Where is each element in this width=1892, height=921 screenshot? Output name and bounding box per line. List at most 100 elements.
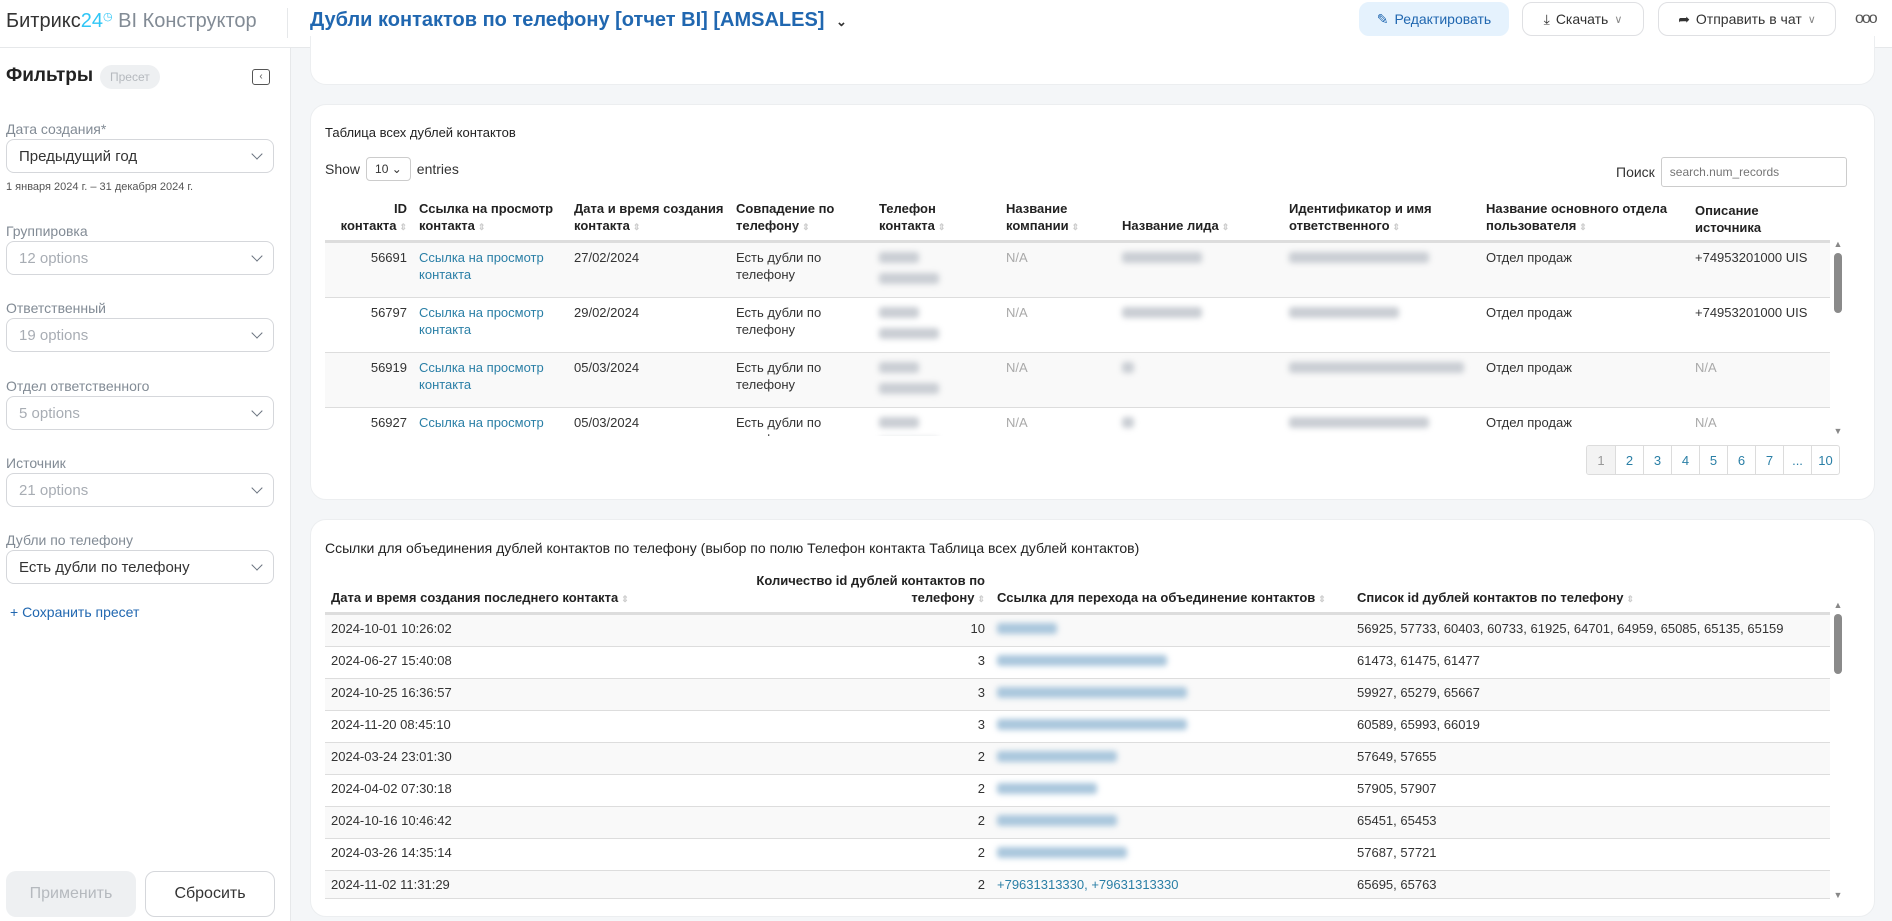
column-header[interactable]: Количество id дублей контактов по телефо… (685, 570, 991, 614)
cell-link-redacted[interactable] (991, 678, 1351, 711)
cell-dept: Отдел продаж (1480, 407, 1689, 436)
logo-brand: Битрикс (6, 10, 81, 32)
edit-button[interactable]: ✎ Редактировать (1359, 2, 1509, 36)
cell-count: 2 (685, 806, 991, 839)
filter-select[interactable]: 12 options (6, 241, 274, 275)
send-to-chat-button[interactable]: ➦ Отправить в чат ∨ (1658, 2, 1836, 36)
cell-phone-redacted (873, 297, 1000, 353)
redacted-block (1289, 417, 1429, 428)
page-current[interactable]: 1 (1587, 446, 1615, 474)
table1-scrollbar[interactable]: ▲ ▼ (1832, 239, 1844, 436)
cell-link-redacted[interactable] (991, 742, 1351, 775)
table2-scrollbar[interactable]: ▲ ▼ (1832, 600, 1844, 900)
filter-select[interactable]: Есть дубли по телефону (6, 550, 274, 584)
logo-product: BI Конструктор (118, 10, 257, 32)
cell-link[interactable]: Ссылка на просмотр контакта (413, 407, 568, 436)
report-title[interactable]: Дубли контактов по телефону [отчет BI] [… (310, 9, 847, 32)
page-link[interactable]: 10 (1811, 446, 1839, 474)
column-header[interactable]: Название компании ⇕ (1000, 198, 1116, 242)
entries-select[interactable]: 10 ⌄ (366, 157, 411, 181)
filter-select[interactable]: Предыдущий год (6, 139, 274, 173)
download-button[interactable]: ⤓ Скачать ∨ (1522, 2, 1644, 36)
scroll-down-icon[interactable]: ▼ (1832, 890, 1844, 900)
more-icon[interactable]: ооо (1855, 10, 1878, 28)
cell-link-redacted[interactable] (991, 774, 1351, 807)
cell-link[interactable]: Ссылка на просмотр контакта (413, 352, 568, 408)
cell-date: 2024-02-29 02:43:18 (325, 898, 685, 900)
cell-link[interactable]: Ссылка на просмотр контакта (413, 297, 568, 353)
column-header[interactable]: Ссылка для перехода на объединение конта… (991, 570, 1351, 614)
column-header[interactable]: Дата и время создания контакта ⇕ (568, 198, 730, 242)
cell-link-redacted[interactable] (991, 838, 1351, 871)
column-header[interactable]: Название основного отдела пользователя ⇕ (1480, 198, 1689, 242)
page-link[interactable]: 7 (1755, 446, 1783, 474)
page-link[interactable]: 6 (1727, 446, 1755, 474)
pencil-icon: ✎ (1376, 10, 1389, 27)
redacted-block (1289, 307, 1399, 318)
cell-link[interactable]: 79672572598, 79672572598 (991, 898, 1351, 900)
redacted-block (997, 815, 1117, 826)
cell-company: N/A (1000, 297, 1116, 353)
collapse-sidebar-icon[interactable]: ‹ (252, 69, 270, 85)
column-header[interactable]: Телефон контакта ⇕ (873, 198, 1000, 242)
table1-title: Таблица всех дублей контактов (325, 125, 516, 140)
column-header-label: Название компании (1006, 201, 1069, 233)
scroll-up-icon[interactable]: ▲ (1832, 600, 1844, 610)
scrollbar-thumb[interactable] (1834, 614, 1842, 674)
table-row: 2024-10-16 10:46:42 2 65451, 65453 (325, 806, 1830, 839)
column-header[interactable]: Список id дублей контактов по телефону ⇕ (1351, 570, 1830, 614)
page-link[interactable]: 4 (1671, 446, 1699, 474)
sort-icon: ⇕ (937, 222, 946, 232)
filter-select[interactable]: 5 options (6, 396, 274, 430)
column-header[interactable]: Дата и время создания последнего контакт… (325, 570, 685, 614)
page-link[interactable]: 2 (1615, 446, 1643, 474)
cell-link-redacted[interactable] (991, 646, 1351, 679)
filter-select-value: Есть дубли по телефону (19, 558, 190, 576)
column-header[interactable]: ID контакта ⇕ (325, 198, 413, 242)
apply-button[interactable]: Применить (6, 871, 136, 917)
filters-sidebar: Фильтры Пресет ‹ Дата создания* Предыдущи… (0, 48, 291, 921)
filter-select[interactable]: 19 options (6, 318, 274, 352)
cell-link[interactable]: +79631313330, +79631313330 (991, 870, 1351, 899)
chevron-down-icon (251, 327, 263, 339)
page-link[interactable]: ... (1783, 446, 1811, 474)
column-header[interactable]: Совпадение по телефону ⇕ (730, 198, 873, 242)
chevron-down-icon: ⌄ (836, 14, 847, 29)
cell-dept: Отдел продаж (1480, 297, 1689, 353)
preset-badge[interactable]: Пресет (100, 65, 160, 89)
cell-link-redacted[interactable] (991, 710, 1351, 743)
filter-select[interactable]: 21 options (6, 473, 274, 507)
page-link[interactable]: 5 (1699, 446, 1727, 474)
redacted-block (879, 307, 919, 318)
cell-link[interactable]: Ссылка на просмотр контакта (413, 241, 568, 298)
search-input[interactable] (1660, 157, 1847, 187)
table-row: 2024-11-02 11:31:29 2 +79631313330, +79631… (325, 870, 1830, 899)
filter-label: Отдел ответственного (6, 378, 150, 394)
column-header[interactable]: Ссылка на просмотр контакта ⇕ (413, 198, 568, 242)
cell-ids: 57905, 57907 (1351, 774, 1830, 807)
table-row: 2024-04-02 07:30:18 2 57905, 57907 (325, 774, 1830, 807)
column-header-label: Количество id дублей контактов по телефо… (756, 573, 985, 605)
redacted-block (1122, 252, 1202, 263)
cell-link-redacted[interactable] (991, 613, 1351, 647)
share-icon: ➦ (1678, 10, 1690, 27)
cell-link-redacted[interactable] (991, 806, 1351, 839)
cell-company: N/A (1000, 241, 1116, 298)
scroll-up-icon[interactable]: ▲ (1832, 239, 1844, 249)
column-header[interactable]: Описание источника (1689, 198, 1830, 242)
show-label: Show (325, 161, 361, 177)
chevron-down-icon (251, 482, 263, 494)
scroll-down-icon[interactable]: ▼ (1832, 426, 1844, 436)
logo[interactable]: Битрикс24◷ BI Конструктор (6, 10, 257, 33)
column-header[interactable]: Идентификатор и имя ответственного ⇕ (1283, 198, 1480, 242)
scrollbar-thumb[interactable] (1834, 253, 1842, 313)
save-preset-link[interactable]: + Сохранить пресет (10, 604, 139, 620)
entries-control: Show 10 ⌄ entries (325, 157, 459, 181)
cell-count: 2 (685, 774, 991, 807)
logo-number: 24 (80, 10, 103, 32)
redacted-block (1289, 252, 1429, 263)
page-link[interactable]: 3 (1643, 446, 1671, 474)
cell-dept: Отдел продаж (1480, 352, 1689, 408)
reset-button[interactable]: Сбросить (145, 871, 275, 917)
column-header[interactable]: Название лида ⇕ (1116, 198, 1283, 242)
